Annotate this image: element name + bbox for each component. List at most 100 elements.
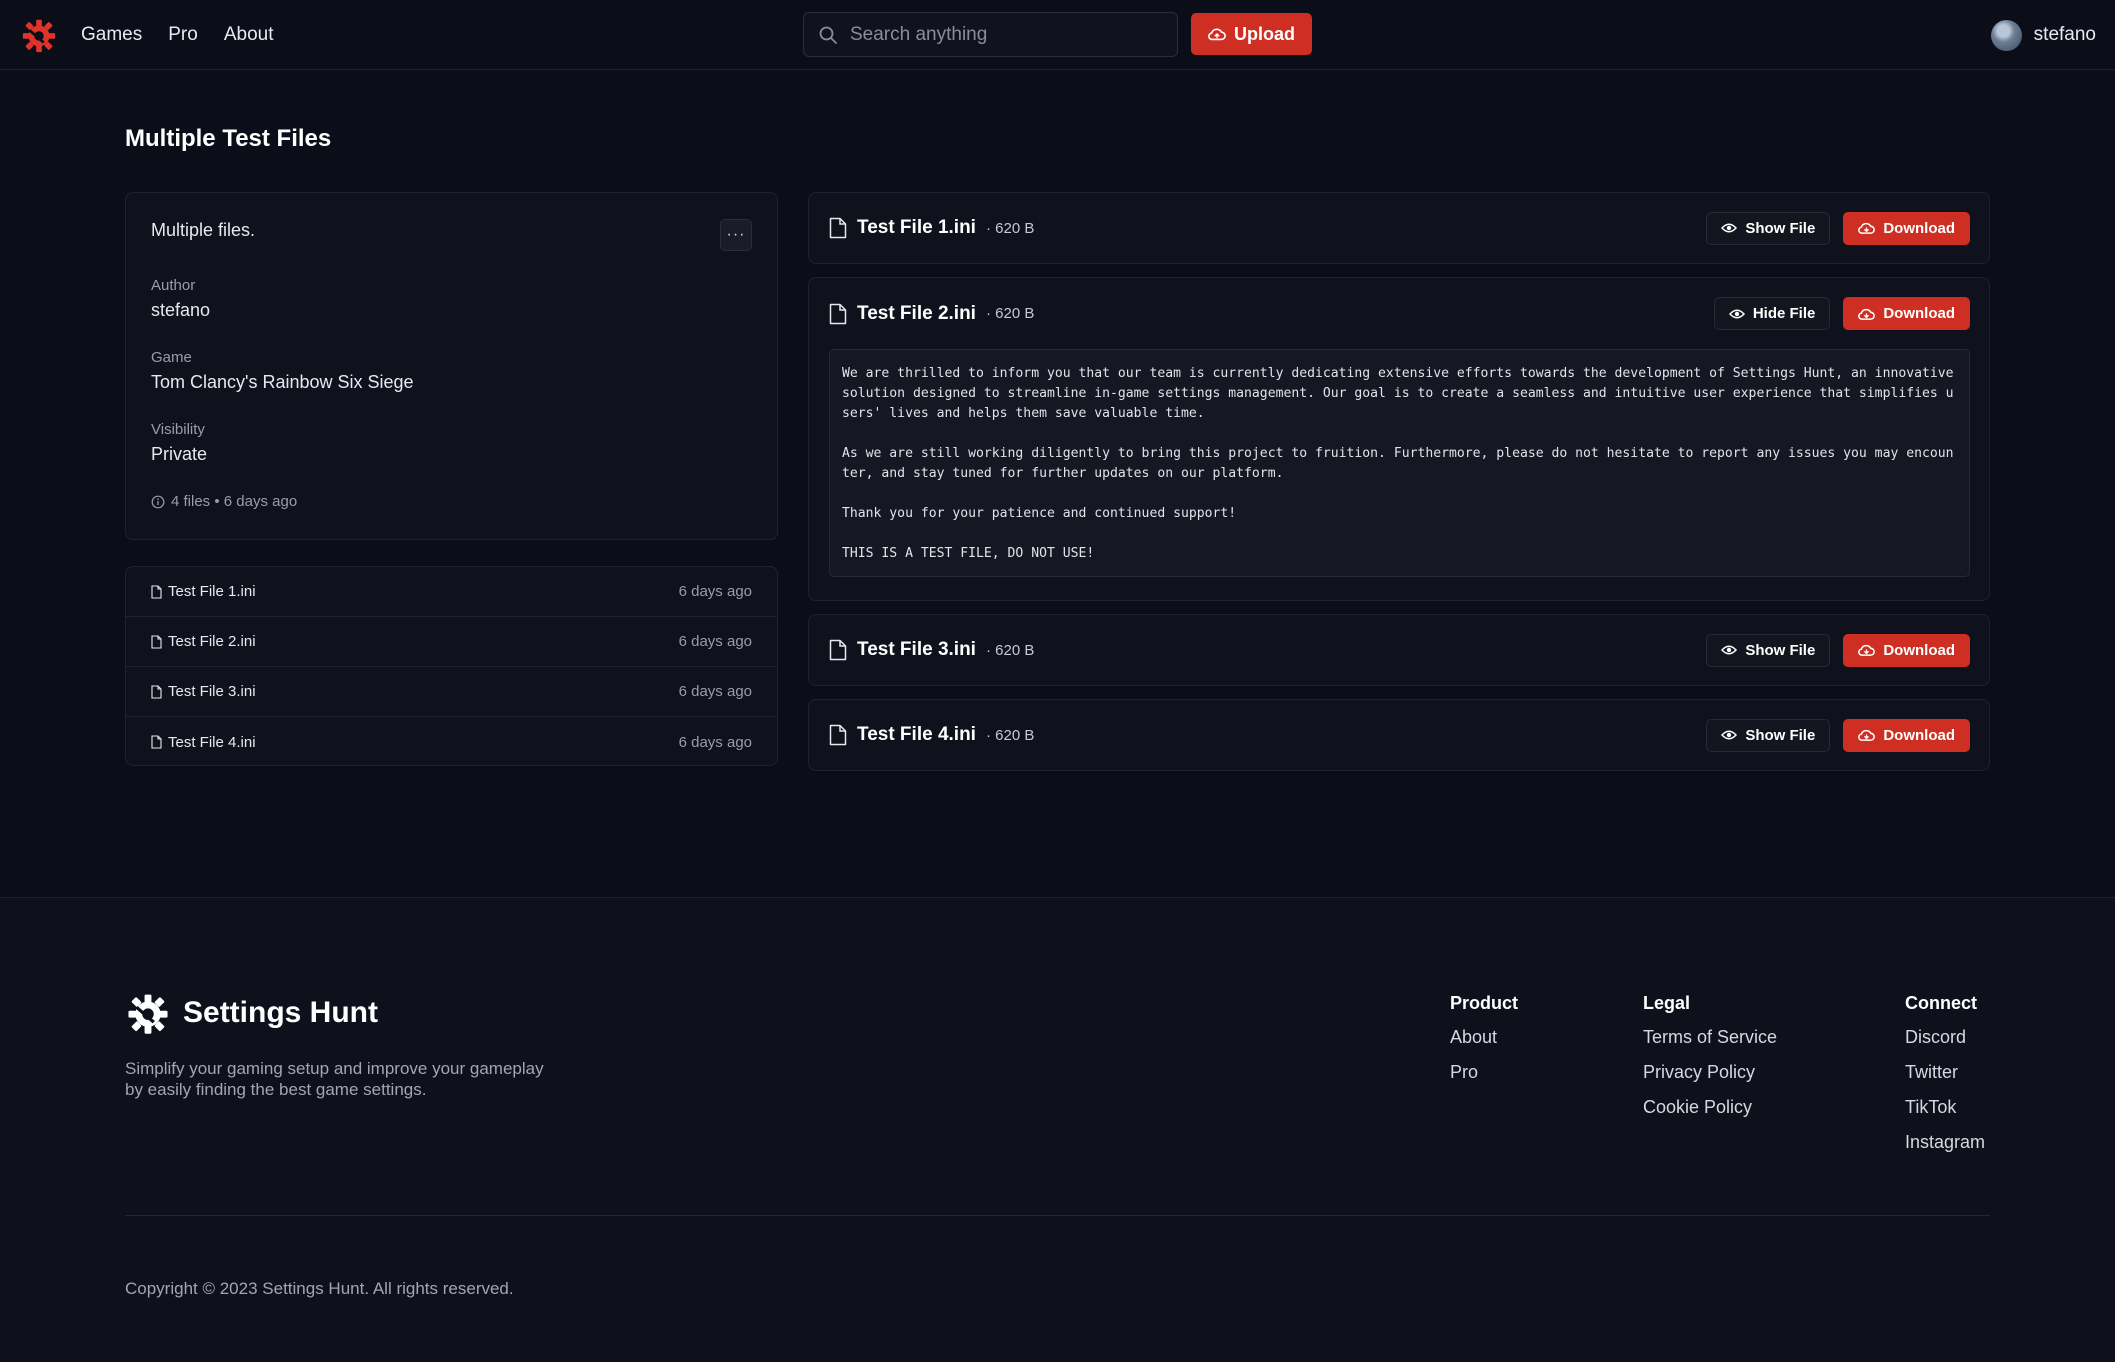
footer-column-title: Connect (1905, 993, 1977, 1013)
footer-tagline: Simplify your gaming setup and improve y… (125, 1059, 544, 1099)
footer-column-connect: Connect Discord Twitter TikTok Instagram (1905, 993, 1985, 1166)
game-value[interactable]: Tom Clancy's Rainbow Six Siege (151, 372, 414, 393)
list-item-name: Test File 3.ini (168, 683, 256, 700)
download-button[interactable]: Download (1843, 297, 1970, 330)
author-value[interactable]: stefano (151, 300, 210, 321)
more-options-button[interactable]: ··· (720, 219, 752, 251)
footer-column-title: Product (1450, 993, 1519, 1013)
list-item-date: 6 days ago (678, 583, 752, 600)
info-card: Multiple files. ··· Author stefano Game … (125, 192, 778, 540)
footer-link-pro[interactable]: Pro (1450, 1061, 1518, 1084)
file-icon (151, 584, 162, 599)
author-label: Author (151, 277, 196, 294)
footer-link-cookie[interactable]: Cookie Policy (1643, 1096, 1777, 1119)
search-input[interactable] (850, 23, 1150, 46)
file-name: Test File 3.ini (857, 639, 976, 660)
file-card-title: Test File 4.ini · 620 B (829, 724, 1706, 746)
settings-hunt-logo-icon[interactable] (20, 16, 58, 54)
game-label: Game (151, 349, 192, 366)
file-icon (829, 303, 847, 324)
download-button[interactable]: Download (1843, 718, 1970, 752)
file-name: Test File 1.ini (857, 217, 976, 238)
more-icon: ··· (726, 226, 746, 243)
list-item[interactable]: Test File 4.ini 6 days ago (126, 717, 777, 765)
avatar[interactable] (1990, 19, 2022, 51)
list-item-name-wrap: Test File 1.ini (151, 583, 256, 600)
file-card: Test File 3.ini · 620 B Show File Downlo… (808, 614, 1990, 686)
footer-link-about[interactable]: About (1450, 1026, 1518, 1049)
files-list: Test File 1.ini 6 days ago Test File 2.i… (125, 566, 778, 766)
user-name: stefano (2033, 24, 2096, 45)
list-item[interactable]: Test File 1.ini 6 days ago (126, 567, 777, 617)
file-size: · 620 B (985, 305, 1035, 322)
file-name: Test File 2.ini (857, 302, 976, 324)
eye-icon (1728, 309, 1745, 318)
visibility-value: Private (151, 444, 208, 464)
meta-text: 4 files • 6 days ago (171, 493, 298, 510)
list-item-date: 6 days ago (678, 733, 752, 751)
file-meta: 4 files • 6 days ago (151, 493, 297, 510)
cloud-upload-icon (1208, 28, 1226, 41)
nav-about[interactable]: About (224, 24, 274, 46)
footer-brand[interactable]: Settings Hunt (125, 990, 378, 1036)
visibility-label: Visibility (151, 421, 205, 438)
footer-column-title: Legal (1643, 993, 1691, 1013)
list-item-date: 6 days ago (678, 633, 752, 650)
cloud-download-icon (1858, 222, 1876, 234)
footer: Settings Hunt Simplify your gaming setup… (0, 897, 2115, 1362)
show-file-button[interactable]: Show File (1706, 633, 1831, 667)
file-icon (151, 735, 162, 749)
settings-hunt-logo-icon (128, 994, 168, 1034)
list-item[interactable]: Test File 3.ini 6 days ago (126, 667, 777, 717)
toggle-label: Show File (1745, 726, 1816, 744)
footer-link-instagram[interactable]: Instagram (1905, 1131, 1985, 1154)
download-button[interactable]: Download (1843, 211, 1970, 245)
file-size: · 620 B (985, 726, 1035, 744)
list-item-name-wrap: Test File 4.ini (151, 734, 256, 751)
file-card: Test File 4.ini · 620 B Show File Downlo… (808, 699, 1990, 771)
user-menu[interactable]: stefano (1990, 0, 2096, 70)
download-label: Download (1883, 641, 1955, 659)
hide-file-button[interactable]: Hide File (1713, 297, 1831, 330)
file-icon (151, 684, 162, 699)
footer-link-discord[interactable]: Discord (1905, 1026, 1985, 1049)
eye-icon (1721, 730, 1738, 740)
download-label: Download (1883, 726, 1955, 744)
info-icon (151, 495, 165, 508)
file-content[interactable]: We are thrilled to inform you that our t… (829, 349, 1970, 577)
file-card: Test File 2.ini · 620 B Hide File Downlo… (808, 277, 1990, 601)
search-box[interactable] (803, 12, 1178, 57)
cloud-download-icon (1858, 308, 1876, 320)
description: Multiple files. (151, 220, 256, 240)
list-item-date: 6 days ago (678, 683, 752, 700)
footer-column-legal: Legal Terms of Service Privacy Policy Co… (1643, 993, 1777, 1131)
show-file-button[interactable]: Show File (1706, 211, 1831, 245)
footer-link-twitter[interactable]: Twitter (1905, 1061, 1985, 1084)
file-name: Test File 4.ini (857, 724, 976, 745)
file-icon (151, 634, 162, 649)
eye-icon (1721, 223, 1738, 233)
file-card-title: Test File 3.ini · 620 B (829, 639, 1706, 661)
search-icon (819, 26, 837, 44)
download-label: Download (1883, 219, 1955, 237)
page-title: Multiple Test Files (125, 125, 332, 152)
show-file-button[interactable]: Show File (1706, 718, 1831, 752)
file-icon (829, 724, 847, 746)
download-label: Download (1883, 305, 1955, 322)
footer-link-terms[interactable]: Terms of Service (1643, 1026, 1777, 1049)
footer-divider (125, 1215, 1990, 1216)
footer-link-tiktok[interactable]: TikTok (1905, 1096, 1985, 1119)
nav-games[interactable]: Games (81, 24, 142, 46)
top-navbar: Games Pro About Upload stefano (0, 0, 2115, 70)
list-item[interactable]: Test File 2.ini 6 days ago (126, 617, 777, 667)
eye-icon (1721, 645, 1738, 655)
file-size: · 620 B (985, 641, 1035, 659)
nav-pro[interactable]: Pro (168, 24, 198, 46)
footer-link-privacy[interactable]: Privacy Policy (1643, 1061, 1777, 1084)
download-button[interactable]: Download (1843, 633, 1970, 667)
list-item-name: Test File 2.ini (168, 633, 256, 650)
toggle-label: Hide File (1752, 305, 1816, 322)
footer-column-product: Product About Pro (1450, 993, 1518, 1096)
upload-button[interactable]: Upload (1191, 13, 1312, 55)
toggle-label: Show File (1745, 641, 1816, 659)
